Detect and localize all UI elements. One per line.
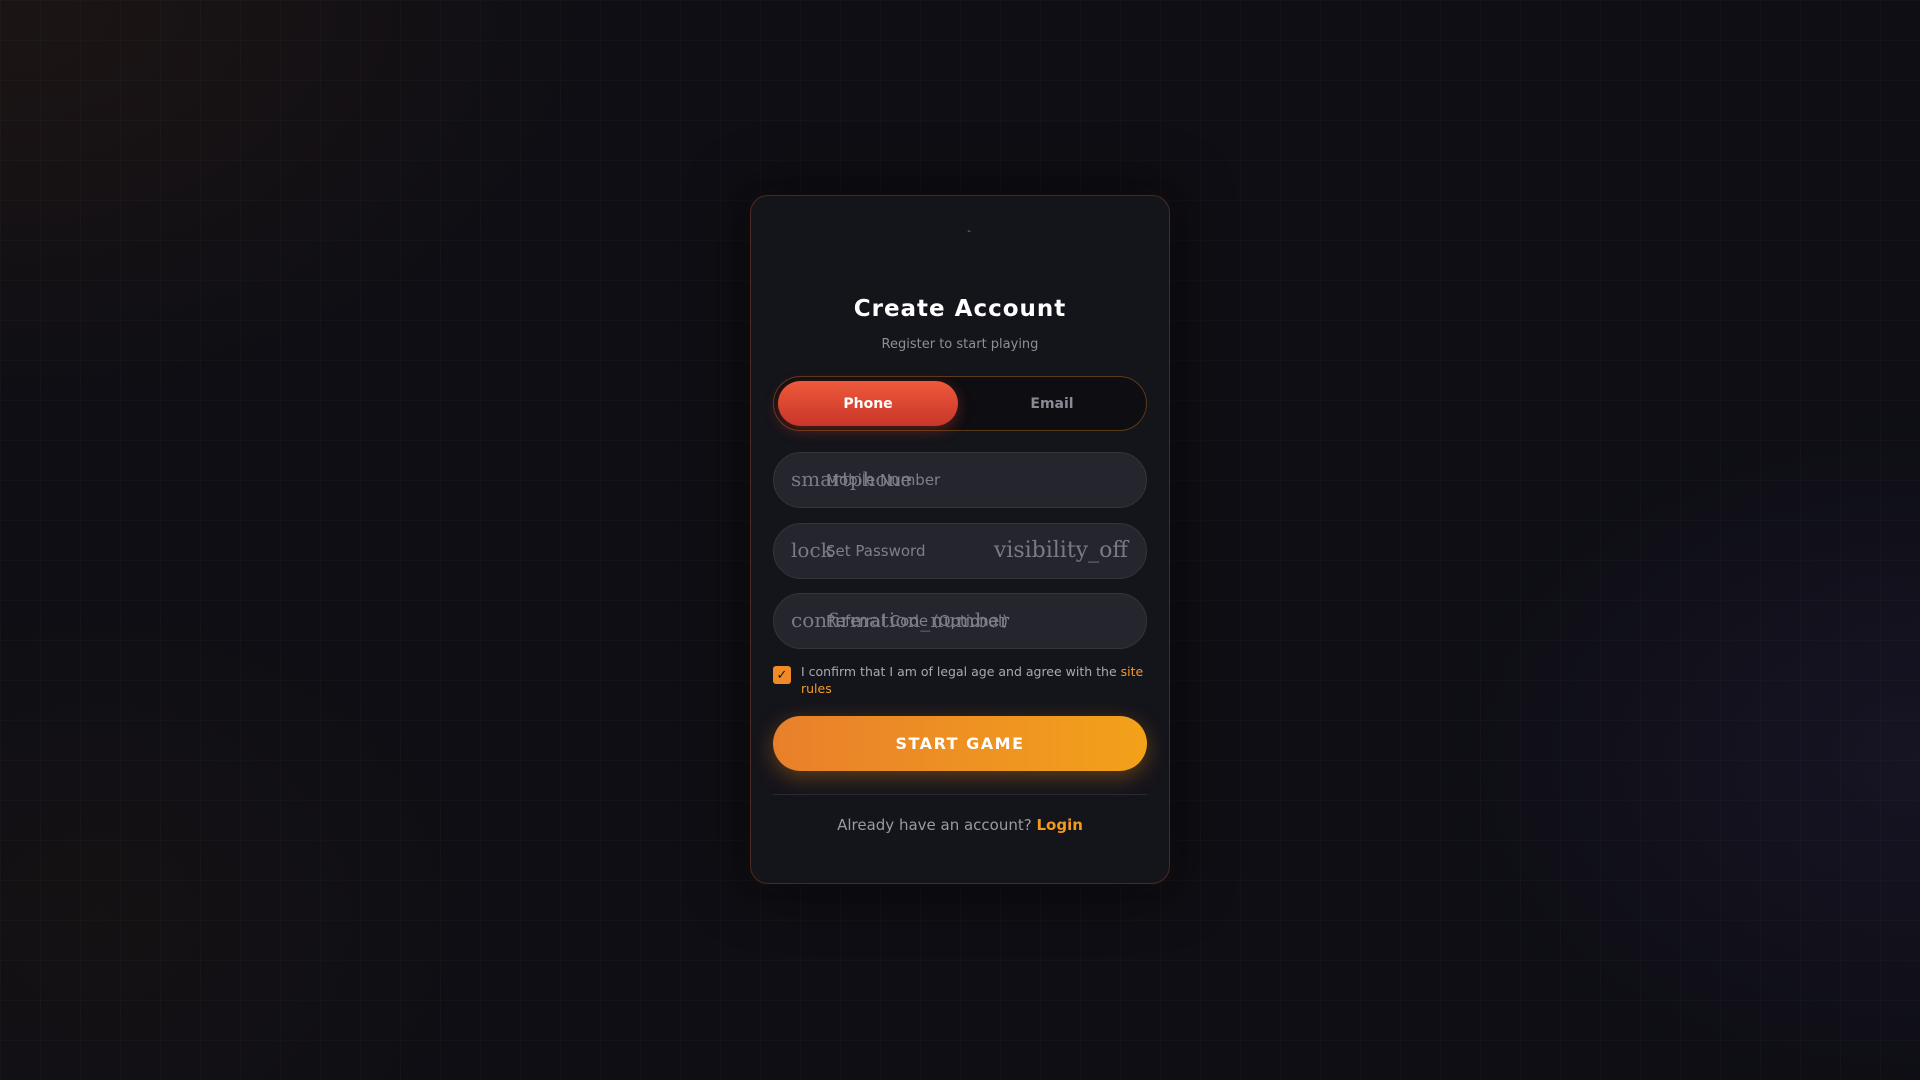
- register-card: - Create Account Register to start playi…: [750, 195, 1170, 884]
- password-field: lock visibility_off: [773, 523, 1147, 579]
- divider: [773, 794, 1147, 795]
- agreement-label: I confirm that I am of legal age and agr…: [801, 663, 1147, 697]
- login-prompt: Already have an account? Login: [751, 816, 1169, 834]
- agreement-text: I confirm that I am of legal age and agr…: [801, 664, 1121, 679]
- mobile-number-input[interactable]: [826, 453, 1066, 507]
- visibility-off-icon[interactable]: visibility_off: [994, 538, 1128, 563]
- tab-phone[interactable]: Phone: [778, 381, 958, 426]
- mobile-field: smartphone: [773, 452, 1147, 508]
- logo: -: [967, 226, 971, 237]
- agreement-row: ✓ I confirm that I am of legal age and a…: [773, 663, 1147, 697]
- register-method-tabs: Phone Email: [773, 376, 1147, 431]
- referral-code-input[interactable]: [826, 594, 1066, 648]
- start-game-button[interactable]: START GAME: [773, 716, 1147, 771]
- tab-email[interactable]: Email: [962, 381, 1142, 426]
- login-prompt-text: Already have an account?: [837, 816, 1037, 834]
- page-title: Create Account: [853, 296, 1067, 322]
- login-link[interactable]: Login: [1036, 816, 1082, 834]
- referral-field: confirmation_number: [773, 593, 1147, 649]
- page-subtitle: Register to start playing: [881, 337, 1039, 352]
- agreement-checkbox[interactable]: ✓: [773, 666, 791, 684]
- check-icon: ✓: [776, 667, 788, 683]
